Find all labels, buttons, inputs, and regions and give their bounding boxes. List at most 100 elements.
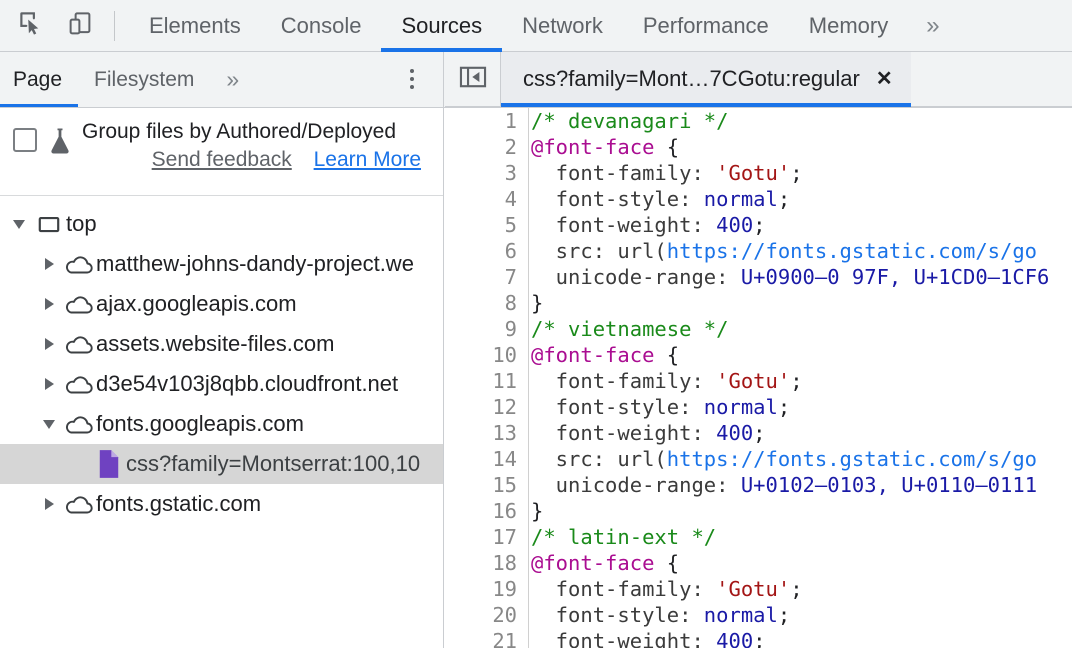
tab-sources[interactable]: Sources: [381, 0, 502, 52]
code-line-text[interactable]: font-family: 'Gotu';: [523, 576, 803, 602]
code-token: 400: [716, 421, 754, 445]
code-token: ;: [753, 421, 766, 445]
code-token: 400: [716, 629, 754, 648]
code-token: @font-face: [531, 135, 655, 159]
chevron-right-icon[interactable]: [36, 378, 62, 390]
line-number: 18: [492, 551, 517, 575]
code-line-text[interactable]: @font-face {: [523, 550, 679, 576]
tree-row[interactable]: matthew-johns-dandy-project.we: [0, 244, 443, 284]
navigator-tab-page[interactable]: Page: [0, 52, 79, 107]
code-line-text[interactable]: font-weight: 400;: [523, 420, 766, 446]
tree-row-label: css?family=Montserrat:100,10: [126, 451, 421, 476]
tree-row[interactable]: assets.website-files.com: [0, 324, 443, 364]
navigator-tab-filesystem[interactable]: Filesystem: [78, 52, 210, 107]
cloud-icon: [62, 293, 96, 315]
code-line-text[interactable]: src: url(https://fonts.gstatic.com/s/go: [523, 446, 1037, 472]
code-line: 15 unicode-range: U+0102–0103, U+0110–01…: [445, 472, 1072, 498]
code-token: }: [531, 291, 544, 315]
tree-row-label: fonts.gstatic.com: [96, 491, 262, 516]
show-navigator-button[interactable]: [445, 51, 501, 107]
tab-performance[interactable]: Performance: [623, 0, 789, 51]
code-line-text[interactable]: font-style: normal;: [523, 602, 791, 628]
device-toolbar-button[interactable]: [56, 0, 104, 52]
code-token: ;: [753, 213, 766, 237]
code-line-list: 1/* devanagari */2 @font-face {3 font-fam…: [445, 108, 1072, 648]
learn-more-link[interactable]: Learn More: [314, 148, 421, 171]
send-feedback-link[interactable]: Send feedback: [152, 148, 292, 171]
navigator-tabs-overflow-button[interactable]: »: [210, 52, 255, 107]
code-line-text[interactable]: src: url(https://fonts.gstatic.com/s/go: [523, 238, 1037, 264]
tree-row[interactable]: ajax.googleapis.com: [0, 284, 443, 324]
chevron-down-icon[interactable]: [6, 219, 32, 229]
group-files-checkbox[interactable]: [13, 128, 37, 152]
tree-row[interactable]: css?family=Montserrat:100,10: [0, 444, 443, 484]
navigator-more-options-button[interactable]: [397, 64, 427, 94]
code-line-text[interactable]: font-style: normal;: [523, 394, 791, 420]
code-token: normal: [703, 603, 778, 627]
editor-tab-stylesheet[interactable]: css?family=Mont…7CGotu:regular ✕: [501, 51, 911, 107]
code-line-text[interactable]: /* vietnamese */: [523, 316, 728, 342]
tab-memory[interactable]: Memory: [789, 0, 908, 51]
code-token: font-family:: [531, 161, 717, 185]
file-tree: top matthew-johns-dandy-project.we ajax.go…: [0, 196, 443, 524]
chevron-right-icon[interactable]: [36, 298, 62, 310]
chevron-right-icon[interactable]: [36, 498, 62, 510]
tree-row-label: d3e54v103j8qbb.cloudfront.net: [96, 371, 399, 396]
code-line-text[interactable]: font-weight: 400;: [523, 212, 766, 238]
code-line-text[interactable]: /* latin-ext */: [523, 524, 716, 550]
code-token: }: [531, 499, 544, 523]
tab-elements-label: Elements: [149, 12, 241, 38]
code-line: 21 font-weight: 400;: [445, 628, 1072, 648]
line-number: 4: [504, 187, 517, 211]
code-line: 1 /* devanagari */: [445, 108, 1072, 134]
tree-row[interactable]: d3e54v103j8qbb.cloudfront.net: [0, 364, 443, 404]
tab-network[interactable]: Network: [502, 0, 623, 51]
cloud-icon: [62, 253, 96, 275]
code-token: font-style:: [531, 187, 704, 211]
code-line-text[interactable]: font-weight: 400;: [523, 628, 766, 648]
chevron-down-icon[interactable]: [36, 419, 62, 429]
code-token: ;: [790, 369, 803, 393]
code-token: 'Gotu': [716, 369, 791, 393]
tree-row[interactable]: fonts.gstatic.com: [0, 484, 443, 524]
code-line-text[interactable]: }: [523, 290, 543, 316]
tab-memory-label: Memory: [808, 12, 889, 38]
code-token: font-weight:: [531, 629, 717, 648]
code-line-text[interactable]: @font-face {: [523, 342, 679, 368]
code-line-text[interactable]: font-family: 'Gotu';: [523, 160, 803, 186]
code-token: ;: [753, 629, 766, 648]
code-token: /* latin-ext */: [531, 525, 717, 549]
code-token: ;: [777, 187, 791, 211]
code-line: 6 src: url(https://fonts.gstatic.com/s/g…: [445, 238, 1072, 264]
code-token: @font-face: [531, 343, 655, 367]
inspect-element-button[interactable]: [8, 0, 56, 52]
cloud-icon: [62, 373, 96, 395]
line-number: 3: [504, 161, 517, 185]
code-line: 18 @font-face {: [445, 550, 1072, 576]
code-line: 19 font-family: 'Gotu';: [445, 576, 1072, 602]
tab-console[interactable]: Console: [261, 0, 382, 51]
code-token: ;: [777, 395, 791, 419]
code-line-text[interactable]: unicode-range: U+0900–0 97F, U+1CD0–1CF6: [523, 264, 1050, 290]
frame-icon: [32, 211, 66, 237]
code-token: 'Gotu': [716, 577, 791, 601]
code-line-text[interactable]: /* devanagari */: [523, 108, 728, 134]
tab-sources-label: Sources: [401, 12, 483, 38]
tree-row[interactable]: top: [0, 204, 443, 244]
code-line: 20 font-style: normal;: [445, 602, 1072, 628]
code-line-text[interactable]: font-style: normal;: [523, 186, 791, 212]
gutter-divider: [528, 108, 529, 648]
code-line-text[interactable]: font-family: 'Gotu';: [523, 368, 803, 394]
tab-elements[interactable]: Elements: [129, 0, 261, 51]
close-icon[interactable]: ✕: [876, 69, 893, 89]
code-line-text[interactable]: unicode-range: U+0102–0103, U+0110–0111: [523, 472, 1037, 498]
chevron-right-icon[interactable]: [36, 338, 62, 350]
code-line: 14 src: url(https://fonts.gstatic.com/s/…: [445, 446, 1072, 472]
panel-tabs-overflow-button[interactable]: »: [908, 0, 957, 51]
code-line-text[interactable]: }: [523, 498, 543, 524]
code-token: unicode-range:: [531, 265, 741, 289]
chevron-right-icon[interactable]: [36, 258, 62, 270]
tree-row[interactable]: fonts.googleapis.com: [0, 404, 443, 444]
source-code-editor[interactable]: 1/* devanagari */2 @font-face {3 font-fam…: [445, 108, 1072, 648]
code-line-text[interactable]: @font-face {: [523, 134, 679, 160]
